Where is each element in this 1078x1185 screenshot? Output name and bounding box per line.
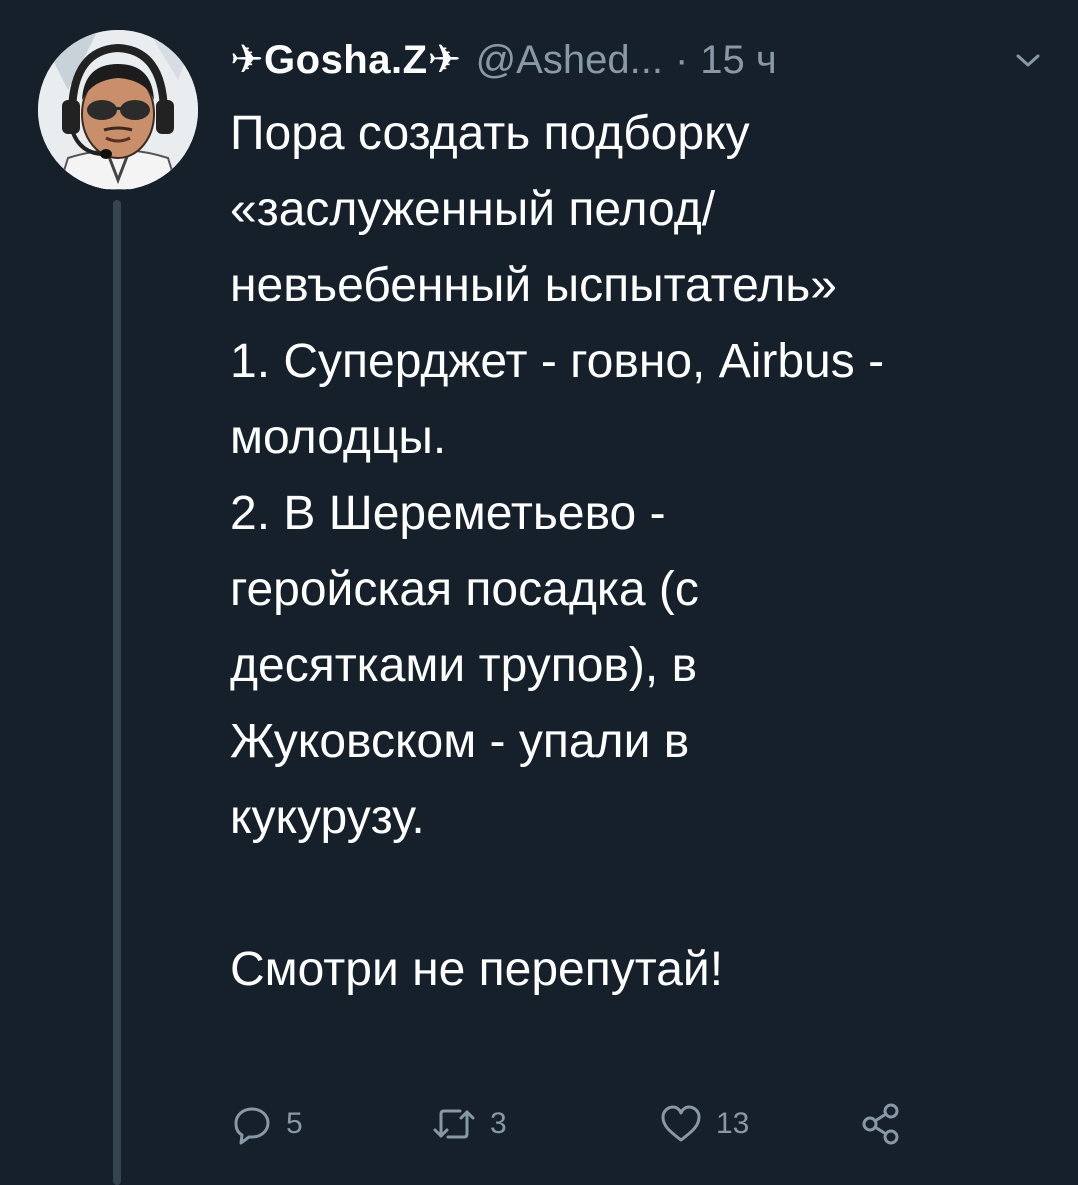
share-button[interactable]: [858, 1094, 906, 1154]
tweet-text-line: невъебенный ыспытатель»: [230, 259, 837, 312]
tweet-text-line: десятками трупов), в: [230, 639, 698, 692]
reply-icon: [234, 1107, 270, 1145]
avatar[interactable]: [38, 30, 198, 190]
tweet-text-line: 2. В Шереметьево -: [230, 487, 666, 540]
tweet-text-line: молодцы.: [230, 411, 447, 464]
tweet-header: ✈Gosha.Z✈ @Ashed... · 15 ч: [230, 30, 1050, 90]
tweet: ✈Gosha.Z✈ @Ashed... · 15 ч Пора создать …: [0, 0, 1078, 1185]
avatar-photo: [38, 30, 198, 190]
user-handle[interactable]: @Ashed...: [476, 38, 663, 83]
thread-line: [113, 200, 121, 1185]
tweet-text: Пора создать подборку «заслуженный пелод…: [230, 96, 1060, 1008]
retweet-icon: [433, 1109, 475, 1139]
tweet-text-line: «заслуженный пелод/: [230, 183, 716, 236]
like-button[interactable]: 13: [658, 1094, 749, 1154]
tweet-text-line: Пора создать подборку: [230, 107, 750, 160]
tweet-text-line: Смотри не перепутай!: [230, 943, 724, 996]
tweet-text-line: Жуковском - упали в: [230, 715, 690, 768]
share-icon: [862, 1103, 899, 1145]
tweet-text-line: [230, 856, 1060, 932]
retweet-button[interactable]: 3: [430, 1094, 507, 1154]
reply-count: 5: [286, 1107, 303, 1140]
action-bar: 5 3 13: [230, 1094, 1050, 1154]
retweet-count: 3: [490, 1107, 507, 1140]
chevron-down-icon[interactable]: [1012, 48, 1044, 72]
tweet-text-line: геройская посадка (с: [230, 563, 699, 616]
reply-button[interactable]: 5: [230, 1094, 303, 1154]
tweet-text-line: 1. Суперджет - говно, Airbus -: [230, 335, 885, 388]
display-name[interactable]: ✈Gosha.Z✈: [230, 37, 462, 83]
like-count: 13: [716, 1107, 750, 1140]
timestamp[interactable]: 15 ч: [700, 38, 776, 83]
heart-icon: [661, 1105, 701, 1142]
tweet-text-line: кукурузу.: [230, 791, 425, 844]
separator-dot: ·: [674, 37, 689, 82]
